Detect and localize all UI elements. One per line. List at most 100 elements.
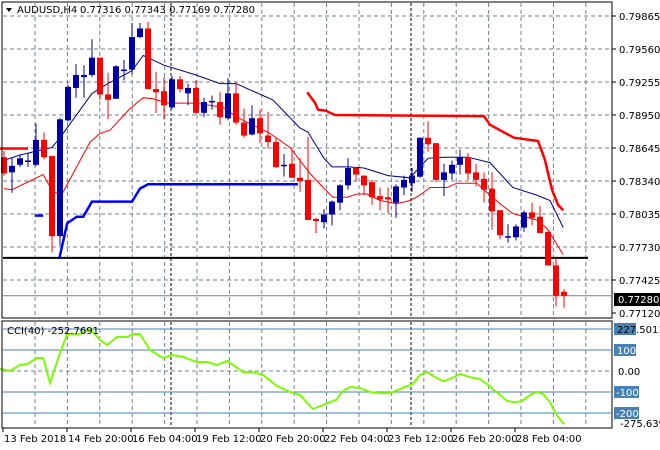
ohlc-readout: 0.77316 0.77343 0.77169 0.77280 [80, 5, 255, 16]
price-label: 0.77120 [619, 309, 660, 320]
cci-min-label: -275.6391 [620, 419, 660, 430]
candle-body [497, 210, 503, 236]
candle-body [153, 89, 159, 93]
time-label: 23 Feb 12:00 [388, 434, 454, 445]
time-label: 22 Feb 04:00 [324, 434, 390, 445]
candle-body [121, 69, 127, 72]
candle-body [337, 185, 343, 203]
candle-body [449, 164, 455, 174]
cci-title: CCI(40) -252.7691 [7, 326, 99, 337]
candle-body [105, 94, 111, 100]
candle-body [193, 87, 199, 113]
candle-body [33, 139, 39, 165]
candle-body [393, 186, 399, 203]
candle[interactable] [169, 76, 175, 109]
candle-body [305, 179, 311, 220]
candle[interactable] [497, 210, 503, 240]
candle-body [241, 122, 247, 136]
candle-body [9, 165, 15, 173]
price-label: 0.78035 [619, 210, 660, 221]
candle-body [273, 142, 279, 167]
candle-body [417, 137, 423, 177]
candle[interactable] [417, 137, 423, 178]
time-label: 28 Feb 04:00 [516, 434, 582, 445]
candle-body [129, 37, 135, 70]
candle-body [49, 156, 55, 237]
candle-body [41, 139, 47, 158]
symbol-label: AUDUSD,H4 [17, 5, 77, 16]
price-label: 0.79865 [619, 12, 660, 23]
candle-body [553, 265, 559, 296]
candle[interactable] [57, 118, 63, 246]
candle-body [313, 218, 319, 222]
candle-body [377, 196, 383, 200]
candle-body [57, 119, 63, 237]
candle-body [545, 231, 551, 266]
current-price-label: 0.77280 [618, 295, 659, 306]
candle-body [89, 57, 95, 75]
candle-body [217, 102, 223, 118]
candle-body [81, 74, 87, 78]
candle-body [113, 66, 119, 99]
candle-body [265, 135, 271, 143]
cci-m100-label: -100 [616, 388, 639, 399]
candle-body [321, 214, 327, 223]
candle-body [385, 197, 391, 200]
trading-chart[interactable]: 0.79865 0.79560 0.79255 0.78950 0.78645 0.783… [0, 0, 660, 450]
price-label: 0.79560 [619, 45, 660, 56]
candle[interactable] [545, 231, 551, 266]
price-label: 0.77425 [619, 276, 660, 287]
candle-body [369, 182, 375, 198]
candle-body [233, 93, 239, 123]
candle-body [329, 201, 335, 215]
candle-body [65, 86, 71, 121]
candle-body [353, 168, 359, 175]
candle-body [185, 87, 191, 94]
candle-body [25, 160, 31, 162]
candle-body [145, 28, 151, 90]
candle[interactable] [273, 137, 279, 169]
candle-body [209, 100, 215, 103]
candle-body [521, 212, 527, 228]
candle-body [465, 157, 471, 174]
candle-body [137, 28, 143, 38]
time-label: 14 Feb 20:00 [68, 434, 134, 445]
candle-body [529, 212, 535, 218]
candle-body [73, 74, 79, 88]
price-label: 0.78950 [619, 111, 660, 122]
price-label: 0.79255 [619, 78, 660, 89]
candle-body [361, 175, 367, 186]
candle-body [425, 137, 431, 145]
cci-max-label: 227.5011 [617, 325, 660, 336]
time-label: 16 Feb 04:00 [132, 434, 198, 445]
candle-body [505, 236, 511, 238]
candle-body [281, 164, 287, 167]
price-label: 0.77730 [619, 243, 660, 254]
candle-body [441, 172, 447, 180]
candle-body [513, 226, 519, 238]
candle[interactable] [113, 65, 119, 99]
candle[interactable] [97, 57, 103, 100]
candle[interactable] [433, 143, 439, 183]
candle[interactable] [65, 84, 71, 122]
candle-body [249, 118, 255, 135]
candle-body [345, 168, 351, 186]
candle-body [257, 118, 263, 134]
candle-body [169, 79, 175, 108]
candle-body [489, 188, 495, 212]
cci-zero-label: 0.00 [618, 367, 640, 378]
candle[interactable] [145, 21, 151, 90]
candle-body [433, 143, 439, 180]
candle-body [289, 163, 295, 178]
candle-body [481, 178, 487, 190]
candle-body [409, 175, 415, 184]
price-label: 0.78340 [619, 177, 660, 188]
candle-body [401, 179, 407, 188]
time-label: 20 Feb 20:00 [260, 434, 326, 445]
candle-body [457, 157, 463, 165]
cci-100-label: 100 [617, 346, 636, 357]
candle-body [161, 91, 167, 106]
time-label: 19 Feb 12:00 [196, 434, 262, 445]
candle-body [177, 79, 183, 90]
price-label: 0.78645 [619, 144, 660, 155]
